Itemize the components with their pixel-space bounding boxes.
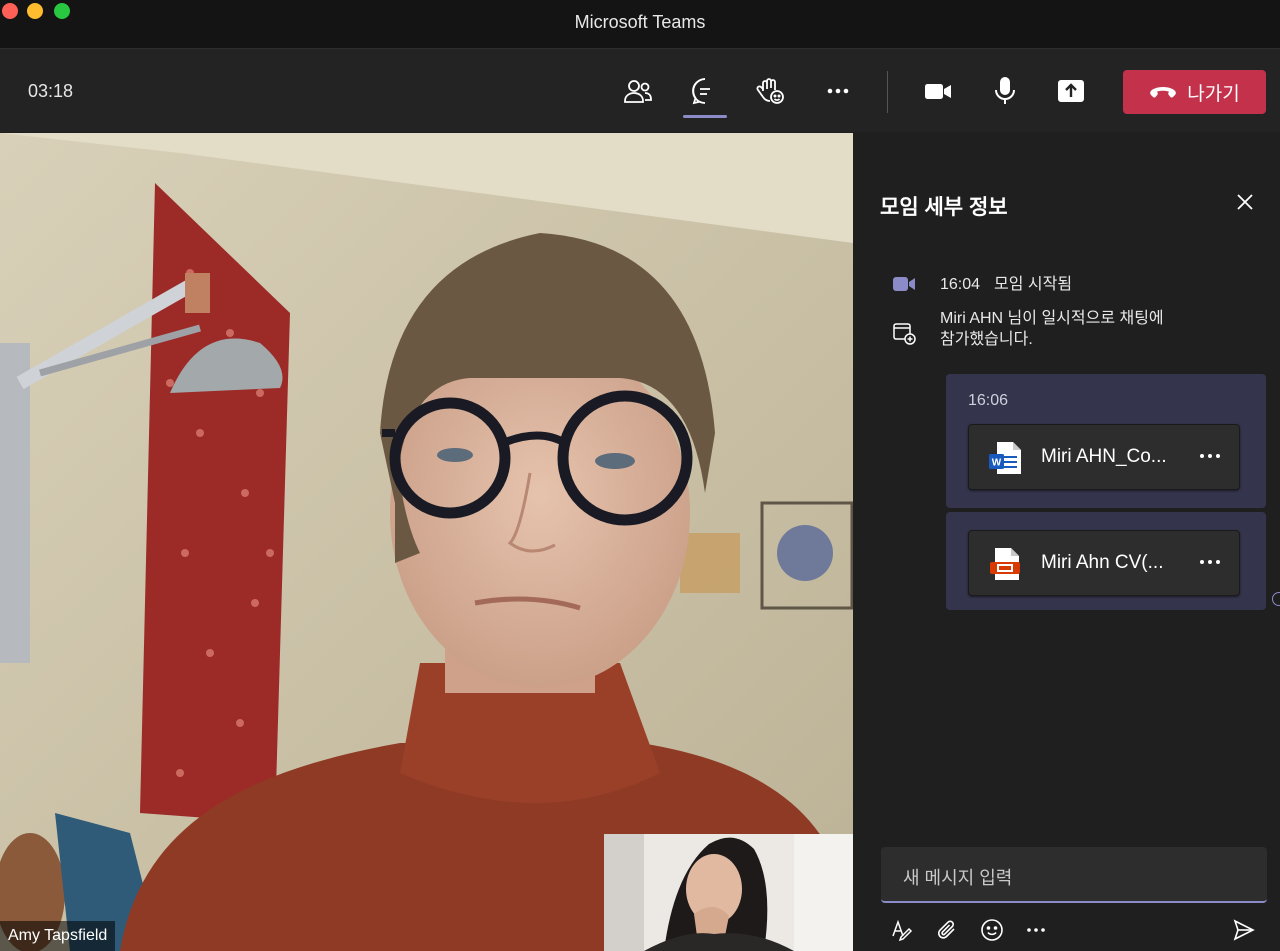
meeting-timer: 03:18	[28, 81, 74, 101]
message-time: 16:06	[968, 392, 1009, 409]
raise-hand-icon	[756, 78, 784, 104]
compose-toolbar	[881, 913, 1267, 947]
event-text-line2: 참가했습니다.	[940, 331, 1033, 348]
emoji-button[interactable]	[977, 915, 1007, 945]
more-icon	[1200, 560, 1220, 564]
event-text: 모임 시작됨	[994, 276, 1073, 293]
main-video-feed: Amy Tapsfield	[0, 133, 853, 951]
emoji-icon	[981, 919, 1003, 941]
participant-video-image	[0, 133, 853, 951]
file-attachment[interactable]: Miri Ahn CV(...	[968, 530, 1240, 596]
more-icon	[827, 88, 849, 94]
participants-button[interactable]	[616, 69, 660, 113]
event-text-line1: Miri AHN 님이 일시적으로 채팅에	[940, 310, 1164, 327]
chat-message: 16:06 W Miri AHN_Co...	[946, 374, 1266, 508]
file-more-button[interactable]	[1195, 441, 1225, 471]
paperclip-icon	[937, 920, 955, 939]
video-meeting-icon	[891, 271, 917, 297]
close-icon	[1237, 194, 1253, 210]
title-bar: Microsoft Teams	[0, 0, 1280, 48]
meeting-started-event: 16:04 모임 시작됨	[891, 271, 1072, 297]
file-more-button[interactable]	[1195, 547, 1225, 577]
camera-icon	[925, 84, 951, 99]
toolbar-divider	[887, 71, 888, 113]
format-icon	[892, 919, 913, 942]
svg-text:W: W	[992, 458, 1002, 469]
more-icon	[1027, 928, 1045, 932]
more-actions-button[interactable]	[816, 69, 860, 113]
event-time: 16:04	[940, 276, 981, 293]
compose-placeholder: 새 메시지 입력	[903, 868, 1013, 888]
meeting-started-text: 16:04 모임 시작됨	[940, 274, 1072, 295]
message-compose-box[interactable]: 새 메시지 입력	[881, 847, 1267, 903]
pdf-file-icon	[990, 548, 1020, 580]
panel-close-button[interactable]	[1231, 188, 1259, 216]
leave-label: 나가기	[1187, 83, 1240, 105]
people-icon	[624, 80, 652, 103]
participant-joined-text: Miri AHN 님이 일시적으로 채팅에 참가했습니다.	[940, 308, 1164, 350]
file-attachment[interactable]: W Miri AHN_Co...	[968, 424, 1240, 490]
self-video-preview[interactable]	[604, 834, 853, 951]
reactions-button[interactable]	[749, 69, 793, 113]
send-icon	[1233, 919, 1255, 941]
participant-joined-event: Miri AHN 님이 일시적으로 채팅에 참가했습니다.	[891, 310, 1164, 348]
more-icon	[1200, 454, 1220, 458]
chat-icon	[692, 78, 710, 105]
microphone-button[interactable]	[983, 69, 1027, 113]
hang-up-icon	[1150, 87, 1177, 98]
more-options-button[interactable]	[1021, 915, 1051, 945]
calendar-add-icon	[891, 320, 917, 346]
leave-button[interactable]: 나가기	[1123, 70, 1266, 114]
panel-title: 모임 세부 정보	[880, 196, 1008, 219]
share-screen-button[interactable]	[1049, 69, 1093, 113]
attach-button[interactable]	[932, 915, 962, 945]
word-file-icon: W	[989, 442, 1021, 474]
chat-button[interactable]	[683, 69, 727, 113]
chat-message: Miri Ahn CV(...	[946, 512, 1266, 610]
active-tab-indicator	[683, 115, 727, 118]
meeting-details-panel: 모임 세부 정보 16:04 모임 시작됨 Miri AHN 님이 일시적으로 …	[853, 133, 1280, 951]
scroll-to-bottom-button[interactable]	[1272, 592, 1280, 606]
format-button[interactable]	[887, 915, 917, 945]
file-name: Miri AHN_Co...	[1041, 446, 1167, 467]
camera-button[interactable]	[916, 69, 960, 113]
participant-name-tag: Amy Tapsfield	[0, 921, 116, 951]
share-screen-icon	[1058, 80, 1084, 102]
microphone-icon	[995, 77, 1015, 104]
window-title: Microsoft Teams	[574, 12, 706, 32]
self-video-image	[604, 834, 853, 951]
send-button[interactable]	[1229, 915, 1259, 945]
meeting-toolbar: 03:18 나가기	[0, 48, 1280, 132]
file-name: Miri Ahn CV(...	[1041, 552, 1164, 573]
teams-meeting-window: Microsoft Teams 03:18 나가기 Amy Tapsfield …	[0, 0, 1280, 951]
